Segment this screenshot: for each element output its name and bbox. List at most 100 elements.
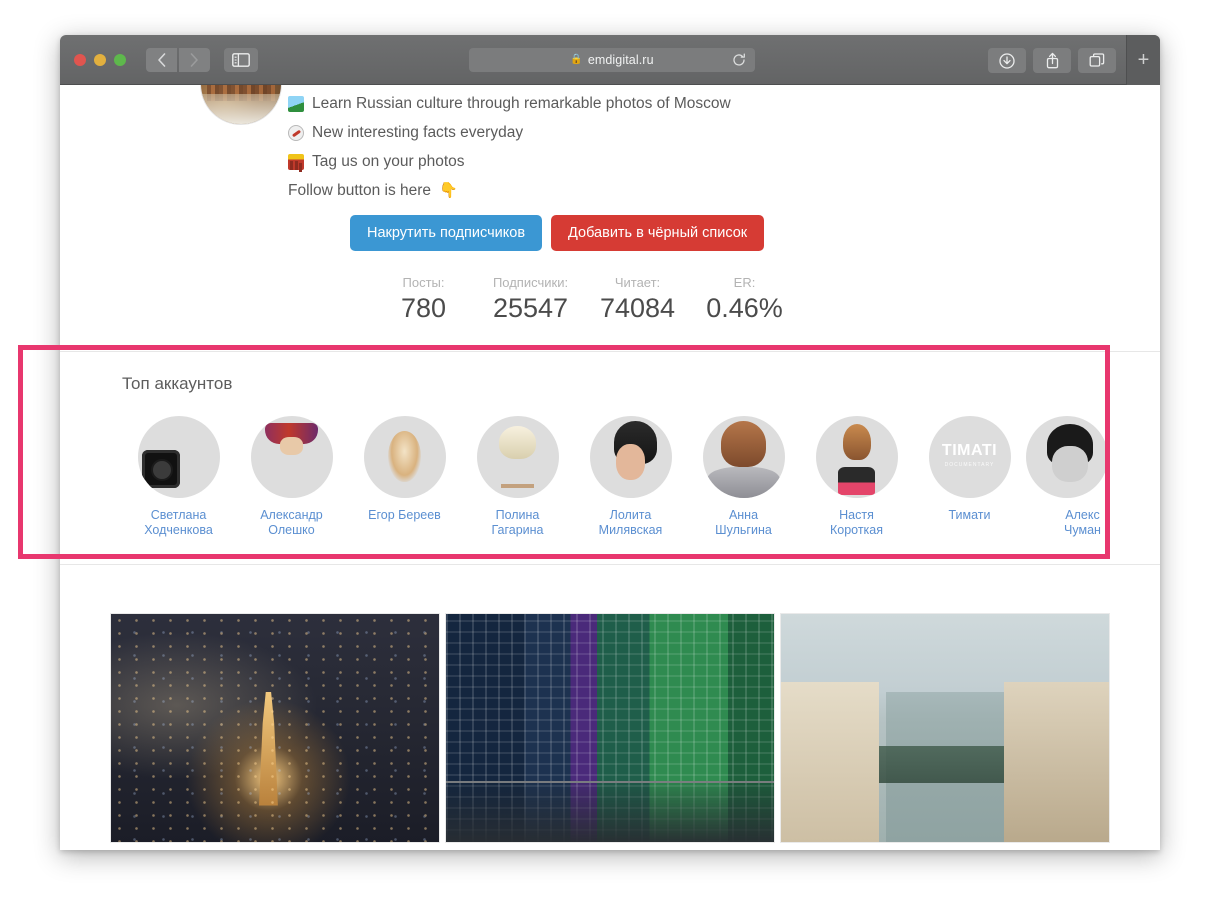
top-account-item[interactable]: Полина Гагарина	[461, 416, 574, 538]
minimize-window-button[interactable]	[94, 53, 106, 66]
top-account-item[interactable]: TIMATI DOCUMENTARY Тимати	[913, 416, 1026, 538]
avatar[interactable]: TIMATI DOCUMENTARY	[928, 416, 1011, 498]
top-accounts-section: Топ аккаунтов Светлана Ходченкова Алекса…	[60, 352, 1160, 564]
toolbar-right-buttons[interactable]	[988, 48, 1116, 73]
top-account-name[interactable]: Егор Береев	[348, 508, 461, 523]
stat-reach: Читает: 74084	[584, 275, 691, 324]
account-first-name: Алекс	[1065, 508, 1100, 522]
tabs-icon	[1089, 52, 1105, 67]
avatar[interactable]	[363, 416, 446, 498]
browser-toolbar: 🔒 emdigital.ru +	[60, 35, 1160, 85]
avatar[interactable]	[250, 416, 333, 498]
chevron-left-icon	[158, 52, 166, 67]
account-first-name: Анна	[728, 508, 759, 522]
stat-label: Читает:	[614, 275, 661, 290]
timati-logo-text: TIMATI	[941, 442, 998, 460]
sidebar-icon	[232, 52, 250, 67]
bio-line: Follow button is here 👇	[288, 176, 1160, 205]
bio-line-text: Tag us on your photos	[312, 152, 465, 170]
account-last-name: Шульгина	[715, 523, 772, 537]
account-last-name: Гагарина	[491, 523, 544, 537]
stat-value: 74084	[599, 293, 676, 323]
stat-er: ER: 0.46%	[691, 275, 798, 324]
navigation-buttons[interactable]	[146, 47, 210, 72]
account-last-name: Чуман	[1064, 523, 1101, 537]
download-icon	[999, 52, 1015, 69]
stat-posts: Посты: 780	[370, 275, 477, 324]
top-account-item[interactable]: Алекс Чуман	[1026, 416, 1139, 538]
browser-window: 🔒 emdigital.ru + Learn Russian culture t…	[60, 35, 1160, 850]
photo-thumbnail[interactable]	[110, 613, 440, 843]
top-account-name[interactable]: Александр Олешко	[235, 508, 348, 538]
url-text: emdigital.ru	[587, 53, 654, 67]
account-last-name: Короткая	[829, 523, 884, 537]
compass-emoji-icon	[288, 124, 304, 141]
account-first-name: Лолита	[609, 508, 652, 522]
reload-icon	[733, 53, 745, 66]
photo-detail	[879, 746, 1011, 783]
avatar[interactable]	[589, 416, 672, 498]
back-button[interactable]	[146, 47, 177, 72]
show-sidebar-button[interactable]	[224, 47, 258, 72]
close-window-button[interactable]	[74, 53, 86, 66]
top-account-name[interactable]: Анна Шульгина	[687, 508, 800, 538]
top-account-item[interactable]: Лолита Милявская	[574, 416, 687, 538]
top-account-item[interactable]: Александр Олешко	[235, 416, 348, 538]
page-content: Learn Russian culture through remarkable…	[60, 85, 1160, 850]
stat-label: Подписчики:	[492, 275, 569, 290]
show-all-tabs-button[interactable]	[1078, 48, 1116, 73]
zoom-window-button[interactable]	[114, 53, 126, 66]
bio-line-text: New interesting facts everyday	[312, 123, 524, 141]
share-button[interactable]	[1033, 48, 1071, 73]
top-account-item[interactable]: Настя Короткая	[800, 416, 913, 538]
lock-icon: 🔒	[570, 54, 583, 65]
avatar[interactable]	[137, 416, 220, 498]
top-account-name[interactable]: Лолита Милявская	[574, 508, 687, 538]
top-accounts-list: Светлана Ходченкова Александр Олешко Его…	[122, 416, 1160, 538]
photo-emoji-icon	[288, 95, 304, 112]
stat-label: Посты:	[402, 275, 445, 290]
chevron-right-icon	[190, 52, 198, 67]
avatar[interactable]	[476, 416, 559, 498]
forward-button[interactable]	[179, 47, 210, 72]
account-first-name: Настя	[839, 508, 874, 522]
top-account-item[interactable]: Анна Шульгина	[687, 416, 800, 538]
reload-button[interactable]	[731, 52, 747, 68]
photo-grid	[60, 565, 1160, 843]
bio-line-text: Learn Russian culture through remarkable…	[312, 94, 731, 112]
photo-thumbnail[interactable]	[780, 613, 1110, 843]
cityscape-emoji-icon	[288, 153, 304, 170]
bio-line: New interesting facts everyday	[288, 118, 1160, 147]
new-tab-button[interactable]: +	[1126, 35, 1160, 85]
account-last-name: Ходченкова	[144, 523, 213, 537]
account-first-name: Тимати	[948, 508, 991, 522]
top-account-name[interactable]: Настя Короткая	[800, 508, 913, 538]
promote-followers-button[interactable]: Накрутить подписчиков	[350, 215, 543, 251]
avatar[interactable]	[815, 416, 898, 498]
bio-line: Learn Russian culture through remarkable…	[288, 89, 1160, 118]
add-to-blacklist-button[interactable]: Добавить в чёрный список	[551, 215, 765, 251]
account-last-name: Милявская	[598, 523, 663, 537]
top-account-item[interactable]: Светлана Ходченкова	[122, 416, 235, 538]
window-controls[interactable]	[74, 53, 126, 66]
stat-followers: Подписчики: 25547	[477, 275, 584, 324]
bio-line-text: Follow button is here	[288, 181, 432, 199]
photo-thumbnail[interactable]	[445, 613, 775, 843]
account-first-name: Егор Береев	[368, 508, 441, 522]
profile-actions: Накрутить подписчиков Добавить в чёрный …	[60, 205, 1160, 251]
avatar[interactable]	[702, 416, 785, 498]
share-icon	[1046, 52, 1058, 69]
top-account-name[interactable]: Полина Гагарина	[461, 508, 574, 538]
account-first-name: Полина	[495, 508, 540, 522]
top-account-name[interactable]: Светлана Ходченкова	[122, 508, 235, 538]
top-account-name[interactable]: Алекс Чуман	[1026, 508, 1139, 538]
bio-line: Tag us on your photos	[288, 147, 1160, 176]
stat-value: 25547	[492, 293, 569, 323]
point-down-emoji-icon: 👇	[439, 182, 458, 199]
top-account-item[interactable]: Егор Береев	[348, 416, 461, 538]
account-first-name: Александр	[260, 508, 323, 522]
downloads-button[interactable]	[988, 48, 1026, 73]
avatar[interactable]	[1026, 416, 1108, 498]
top-account-name[interactable]: Тимати	[913, 508, 1026, 523]
address-bar[interactable]: 🔒 emdigital.ru	[469, 48, 755, 72]
